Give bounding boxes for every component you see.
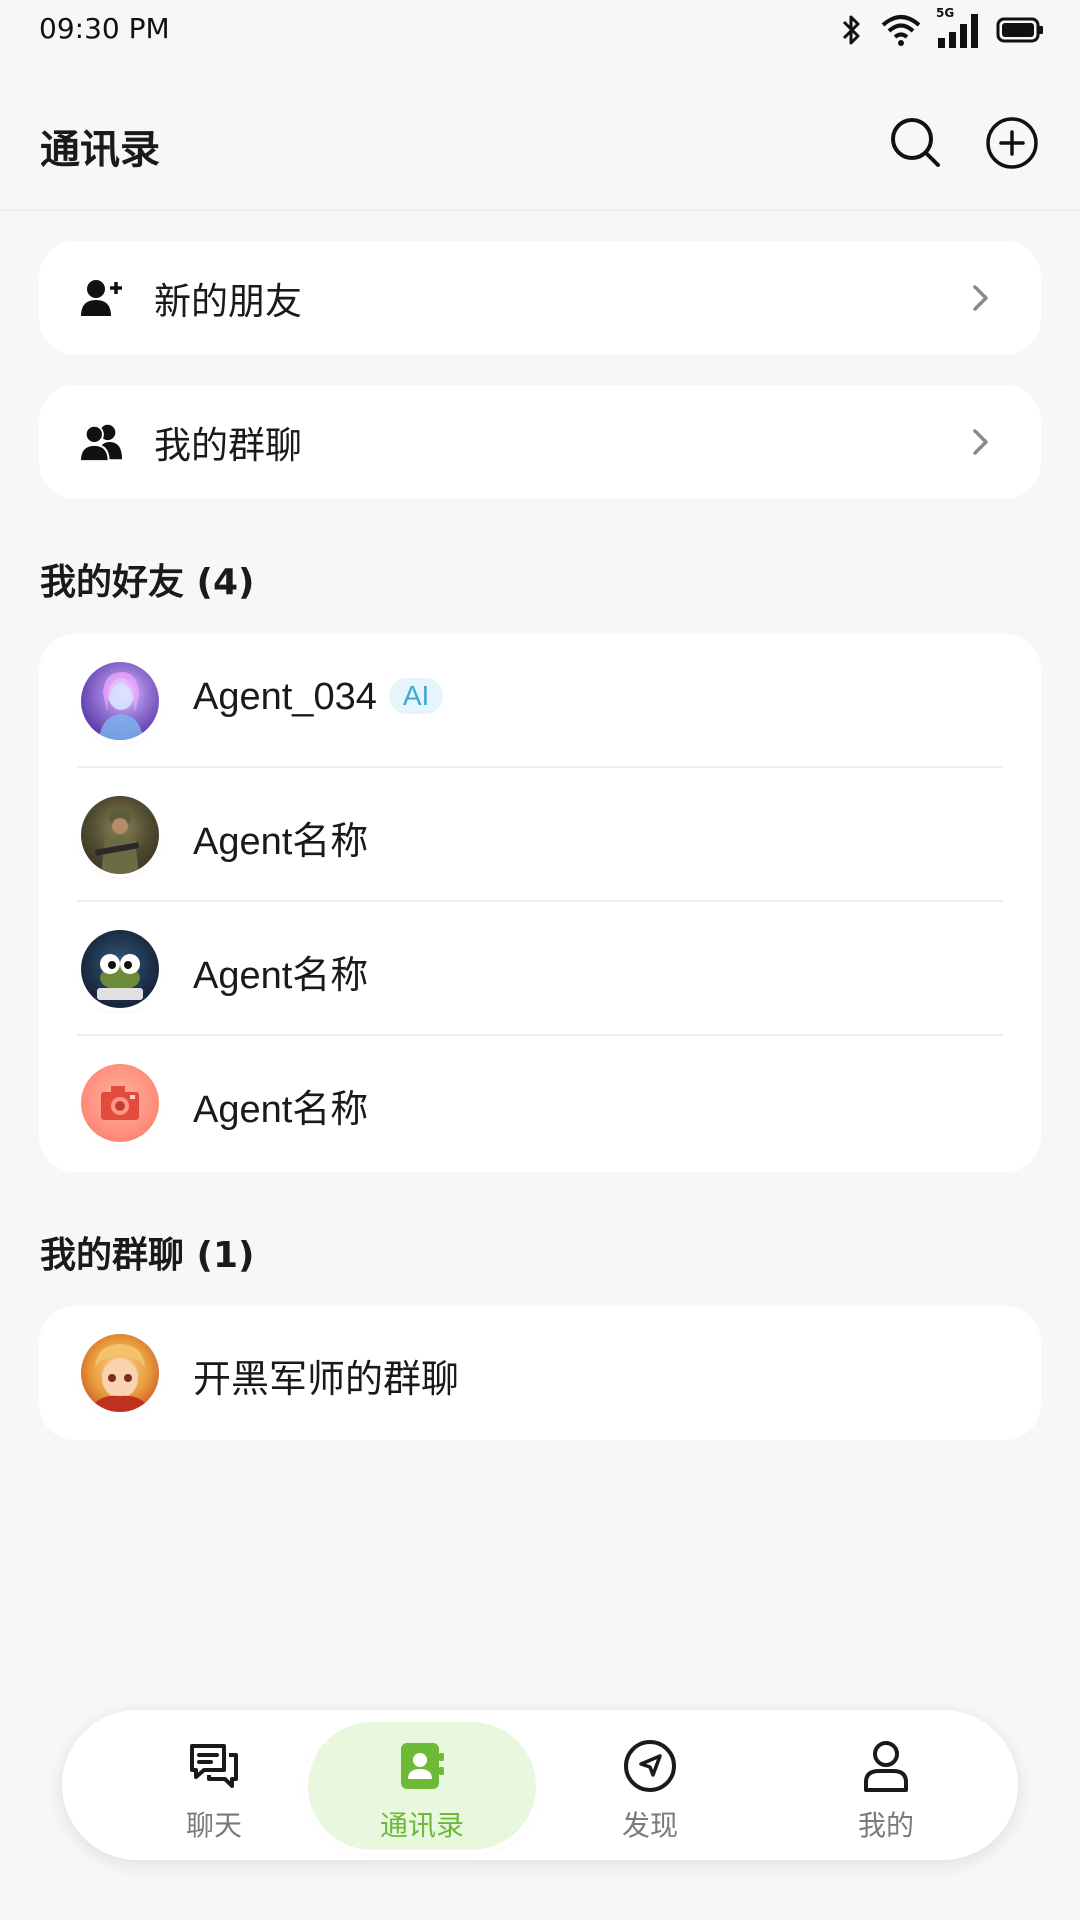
ai-badge: AI <box>388 677 444 714</box>
new-friends-label: 新的朋友 <box>154 280 302 323</box>
tab-chat-label: 聊天 <box>185 1809 242 1842</box>
battery-icon <box>996 17 1043 43</box>
profile-icon <box>856 1736 916 1796</box>
friend-row[interactable]: Agent名称 <box>39 1036 1041 1170</box>
chat-icon <box>184 1736 244 1796</box>
status-bar: 09:30 PM 5G <box>0 0 1080 60</box>
friend-name: Agent_034 AI <box>193 676 444 719</box>
groups-section-title: 我的群聊 (1) <box>40 1235 255 1276</box>
tab-discover-label: 发现 <box>621 1809 678 1842</box>
friends-list: Agent_034 AI Agent名称 Agent名称 Agent名称 <box>39 634 1041 1172</box>
add-user-icon <box>79 276 123 320</box>
tab-discover[interactable]: 发现 <box>540 1710 760 1860</box>
page-title: 通讯录 <box>40 127 160 173</box>
friend-row[interactable]: Agent_034 AI <box>39 634 1041 768</box>
friend-name: Agent名称 <box>193 1089 369 1131</box>
tab-chat[interactable]: 聊天 <box>104 1710 324 1860</box>
tab-profile[interactable]: 我的 <box>776 1710 996 1860</box>
avatar <box>81 1064 159 1142</box>
bottom-tab-bar: 聊天 通讯录 发现 我的 <box>62 1710 1018 1860</box>
my-groups-label: 我的群聊 <box>154 424 302 467</box>
search-icon <box>891 118 940 167</box>
chevron-right-icon <box>973 429 988 455</box>
avatar <box>81 1334 159 1412</box>
avatar <box>81 796 159 874</box>
bluetooth-icon <box>842 15 860 45</box>
friend-name: Agent名称 <box>193 955 369 997</box>
chevron-right-icon <box>973 285 988 311</box>
friend-row[interactable]: Agent名称 <box>39 768 1041 902</box>
group-icon <box>79 420 123 464</box>
groups-list: 开黑军师的群聊 <box>39 1306 1041 1440</box>
contacts-icon <box>392 1736 452 1796</box>
tab-profile-label: 我的 <box>857 1809 914 1842</box>
avatar <box>81 930 159 1008</box>
friend-row[interactable]: Agent名称 <box>39 902 1041 1036</box>
new-friends-item[interactable]: 新的朋友 <box>39 241 1041 355</box>
status-time: 09:30 PM <box>39 12 170 45</box>
my-groups-item[interactable]: 我的群聊 <box>39 385 1041 499</box>
group-row[interactable]: 开黑军师的群聊 <box>39 1306 1041 1440</box>
tab-contacts-label: 通讯录 <box>379 1809 464 1842</box>
search-button[interactable] <box>888 115 944 171</box>
friend-name: Agent名称 <box>193 821 369 863</box>
add-circle-icon <box>986 117 1038 169</box>
compass-icon <box>620 1736 680 1796</box>
cellular-signal-icon: 5G <box>936 6 982 50</box>
avatar <box>81 662 159 740</box>
tab-contacts[interactable]: 通讯录 <box>308 1710 536 1860</box>
header: 通讯录 <box>0 60 1080 211</box>
friends-section-title: 我的好友 (4) <box>40 562 255 603</box>
status-icons: 5G <box>838 6 1044 52</box>
add-button[interactable] <box>984 115 1040 171</box>
wifi-icon <box>881 15 921 46</box>
group-name: 开黑军师的群聊 <box>193 1359 460 1401</box>
